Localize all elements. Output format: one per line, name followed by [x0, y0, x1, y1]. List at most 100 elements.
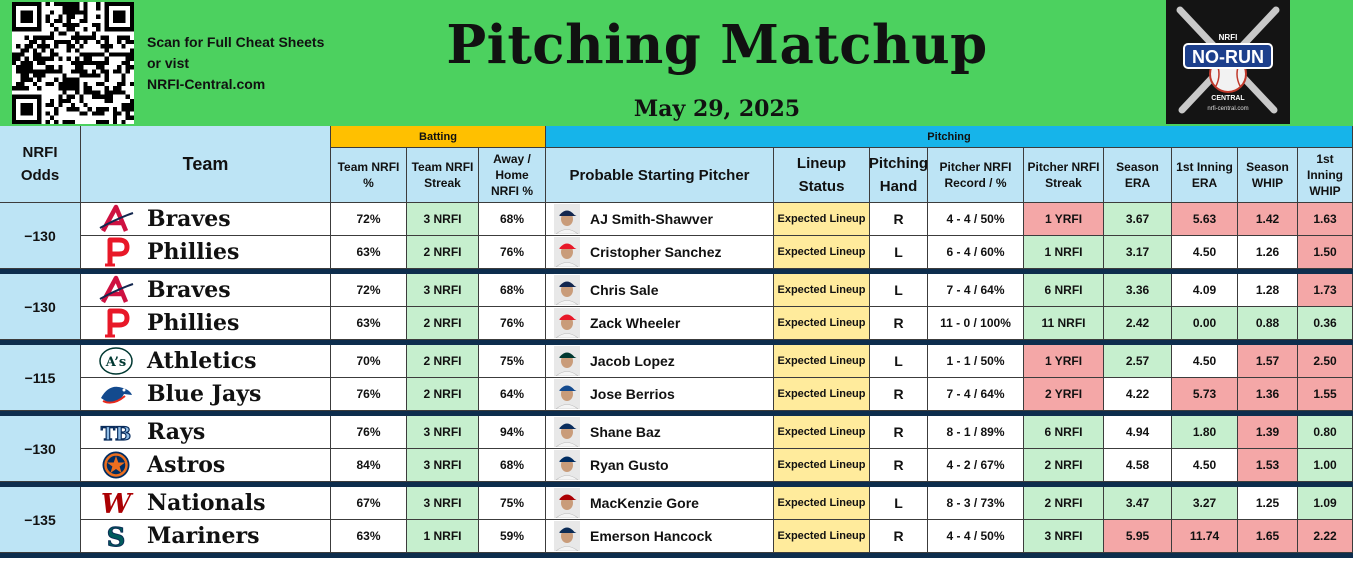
- lineup-status: Expected Lineup: [774, 203, 870, 236]
- away-home-nrfi-pct: 59%: [479, 520, 546, 553]
- season-whip: 1.26: [1238, 236, 1298, 269]
- blue-jays-logo-icon: [101, 386, 132, 404]
- lineup-status: Expected Lineup: [774, 378, 870, 411]
- season-era: 2.57: [1104, 345, 1172, 378]
- first-inning-era: 1.80: [1172, 416, 1238, 449]
- team-nrfi-pct: 67%: [331, 487, 407, 520]
- pitcher-name[interactable]: MacKenzie Gore: [590, 495, 699, 511]
- pitcher-name[interactable]: Ryan Gusto: [590, 457, 669, 473]
- team-nrfi-pct: 70%: [331, 345, 407, 378]
- team-nrfi-streak: 3 NRFI: [407, 487, 479, 520]
- column-header-era: Season ERA: [1104, 148, 1172, 203]
- team-name: Phillies: [147, 310, 240, 336]
- pitcher-name[interactable]: Shane Baz: [590, 424, 661, 440]
- first-inning-era: 0.00: [1172, 307, 1238, 340]
- team-cell: Blue Jays: [81, 378, 331, 411]
- pitching-hand: R: [870, 378, 928, 411]
- season-era: 3.36: [1104, 274, 1172, 307]
- team-cell: S Mariners: [81, 520, 331, 553]
- pitcher-nrfi-streak: 3 NRFI: [1024, 520, 1104, 553]
- pitcher-nrfi-record: 4 - 2 / 67%: [928, 449, 1024, 482]
- scan-line-1: Scan for Full Cheat Sheets: [147, 34, 325, 50]
- site-link[interactable]: NRFI-Central.com: [147, 74, 324, 95]
- column-header-team: Team: [81, 126, 331, 203]
- team-cell: Phillies: [81, 236, 331, 269]
- team-cell: Astros: [81, 449, 331, 482]
- pitcher-name[interactable]: Chris Sale: [590, 282, 658, 298]
- team-nrfi-pct: 76%: [331, 378, 407, 411]
- pitcher-cell[interactable]: Jose Berrios: [546, 378, 774, 411]
- pitcher-cell[interactable]: Zack Wheeler: [546, 307, 774, 340]
- column-header-whip1: 1st Inning WHIP: [1298, 148, 1353, 203]
- pitcher-nrfi-streak: 11 NRFI: [1024, 307, 1104, 340]
- team-nrfi-streak: 2 NRFI: [407, 236, 479, 269]
- crossed-bats-icon: NRFI NO-RUN CENTRAL nrfi-central.com: [1176, 6, 1280, 114]
- cheat-sheet: Scan for Full Cheat Sheets or vist NRFI-…: [0, 0, 1353, 561]
- season-era: 4.94: [1104, 416, 1172, 449]
- svg-text:TB: TB: [101, 423, 131, 445]
- pitcher-cell[interactable]: Ryan Gusto: [546, 449, 774, 482]
- pitcher-nrfi-record: 4 - 4 / 50%: [928, 520, 1024, 553]
- first-inning-whip: 1.55: [1298, 378, 1353, 411]
- braves-logo-icon: [99, 275, 134, 304]
- team-cell: TB Rays: [81, 416, 331, 449]
- first-inning-whip: 1.09: [1298, 487, 1353, 520]
- pitcher-name[interactable]: Jose Berrios: [590, 386, 675, 402]
- mariners-logo-icon: S: [106, 523, 126, 552]
- first-inning-whip: 2.22: [1298, 520, 1353, 553]
- pitching-hand: R: [870, 416, 928, 449]
- team-nrfi-streak: 3 NRFI: [407, 203, 479, 236]
- team-cell: Phillies: [81, 307, 331, 340]
- away-home-nrfi-pct: 76%: [479, 307, 546, 340]
- scan-line-2: or vist: [147, 55, 190, 71]
- pitcher-cell[interactable]: Shane Baz: [546, 416, 774, 449]
- away-home-nrfi-pct: 76%: [479, 236, 546, 269]
- team-nrfi-pct: 63%: [331, 520, 407, 553]
- pitcher-nrfi-record: 7 - 4 / 64%: [928, 378, 1024, 411]
- pitcher-name[interactable]: Zack Wheeler: [590, 315, 680, 331]
- team-nrfi-pct: 72%: [331, 203, 407, 236]
- season-whip: 0.88: [1238, 307, 1298, 340]
- team-nrfi-streak: 2 NRFI: [407, 307, 479, 340]
- pitcher-headshot-icon: [554, 275, 580, 305]
- pitcher-name[interactable]: AJ Smith-Shawver: [590, 211, 713, 227]
- team-cell: W Nationals: [81, 487, 331, 520]
- team-name: Athletics: [147, 348, 257, 374]
- qr-code-icon[interactable]: [10, 2, 136, 124]
- pitching-hand: R: [870, 203, 928, 236]
- pitcher-headshot-icon: [554, 417, 580, 447]
- lineup-status: Expected Lineup: [774, 487, 870, 520]
- pitcher-cell[interactable]: MacKenzie Gore: [546, 487, 774, 520]
- lineup-status: Expected Lineup: [774, 345, 870, 378]
- pitcher-nrfi-streak: 2 YRFI: [1024, 378, 1104, 411]
- pitcher-cell[interactable]: Chris Sale: [546, 274, 774, 307]
- pitcher-name[interactable]: Jacob Lopez: [590, 353, 675, 369]
- first-inning-whip: 1.00: [1298, 449, 1353, 482]
- pitcher-nrfi-record: 6 - 4 / 60%: [928, 236, 1024, 269]
- column-header-pitcher: Probable Starting Pitcher: [546, 148, 774, 203]
- season-era: 4.22: [1104, 378, 1172, 411]
- first-inning-era: 5.63: [1172, 203, 1238, 236]
- pitcher-name[interactable]: Cristopher Sanchez: [590, 244, 721, 260]
- pitcher-cell[interactable]: Cristopher Sanchez: [546, 236, 774, 269]
- pitcher-cell[interactable]: Emerson Hancock: [546, 520, 774, 553]
- nrfi-central-logo: NRFI NO-RUN CENTRAL nrfi-central.com: [1166, 0, 1290, 124]
- season-whip: 1.39: [1238, 416, 1298, 449]
- season-whip: 1.53: [1238, 449, 1298, 482]
- team-name: Astros: [147, 452, 226, 478]
- svg-text:W: W: [101, 489, 134, 518]
- pitcher-cell[interactable]: AJ Smith-Shawver: [546, 203, 774, 236]
- team-name: Rays: [147, 419, 206, 445]
- away-home-nrfi-pct: 75%: [479, 487, 546, 520]
- page-date: May 29, 2025: [633, 96, 801, 122]
- pitcher-cell[interactable]: Jacob Lopez: [546, 345, 774, 378]
- lineup-status: Expected Lineup: [774, 236, 870, 269]
- pitcher-headshot-icon: [554, 204, 580, 234]
- pitcher-name[interactable]: Emerson Hancock: [590, 528, 712, 544]
- pitcher-headshot-icon: [554, 379, 580, 409]
- season-era: 3.67: [1104, 203, 1172, 236]
- nrfi-odds: −115: [0, 345, 81, 411]
- team-nrfi-streak: 3 NRFI: [407, 449, 479, 482]
- pitcher-nrfi-streak: 6 NRFI: [1024, 416, 1104, 449]
- team-name: Nationals: [147, 490, 266, 516]
